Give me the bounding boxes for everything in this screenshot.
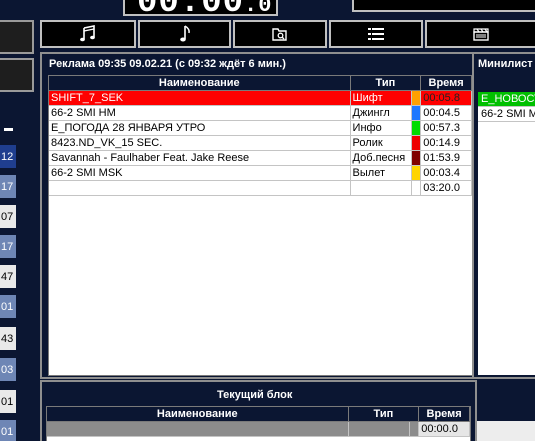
side-number[interactable]: 17 (0, 235, 16, 259)
toolbar-button-clapper[interactable] (425, 20, 535, 48)
list-icon (368, 28, 384, 40)
row-time: 00:57.3 (421, 121, 472, 135)
row-time: 00:14.9 (421, 136, 472, 150)
header-type[interactable]: Тип (350, 76, 422, 91)
clapperboard-icon (473, 28, 489, 41)
header-name[interactable]: Наименование (47, 407, 349, 422)
row-time: 00:04.5 (421, 106, 472, 120)
folder-search-icon (272, 28, 287, 41)
header-time[interactable]: Время (419, 407, 470, 422)
row-type: Инфо (351, 121, 413, 135)
top-right-display (352, 0, 535, 12)
table-row[interactable]: Е_ПОГОДА 28 ЯНВАРЯ УТРО Инфо 00:57.3 (49, 121, 472, 136)
row-time: 00:00.0 (419, 422, 470, 436)
side-number[interactable]: 17 (0, 175, 16, 199)
side-number[interactable]: 01 (0, 390, 16, 414)
row-color-marker (412, 151, 422, 165)
left-button-2[interactable] (0, 58, 34, 92)
row-type (351, 181, 413, 195)
row-color-marker (412, 181, 422, 195)
minilist-row-name: 66-2 SMI M (481, 108, 535, 120)
header-name[interactable]: Наименование (49, 76, 351, 91)
current-block-table: Наименование Тип Время 00:00.0 (46, 406, 471, 441)
side-number[interactable]: 03 (0, 358, 16, 382)
row-type: Шифт (351, 91, 413, 105)
row-name: 66-2 SMI HM (49, 106, 351, 120)
playlist-panel: Реклама 09:35 09.02.21 (с 09:32 ждёт 6 м… (40, 52, 477, 379)
row-name: Е_ПОГОДА 28 ЯНВАРЯ УТРО (49, 121, 351, 135)
table-row[interactable]: 00:00.0 (47, 422, 470, 437)
toolbar-button-music[interactable] (40, 20, 136, 48)
clock-display: 00:00.0 (123, 0, 278, 22)
side-number[interactable]: 43 (0, 327, 16, 351)
playlist-title: Реклама 09:35 09.02.21 (с 09:32 ждёт 6 м… (49, 58, 286, 70)
row-name (49, 181, 351, 195)
side-number[interactable]: 12 (0, 145, 16, 169)
row-color-marker (412, 166, 422, 180)
side-number[interactable]: 47 (0, 265, 16, 289)
row-color-marker (412, 106, 422, 120)
row-name (47, 422, 349, 436)
minilist-row[interactable]: 66-2 SMI M (478, 107, 535, 122)
row-type (349, 422, 411, 436)
row-color-marker (410, 422, 420, 436)
toolbar-button-folder[interactable] (233, 20, 327, 48)
clock-fraction: .0 (244, 0, 273, 18)
row-time: 03:20.0 (421, 181, 472, 195)
app-window: 00:00.0 12 17 07 17 47 01 43 03 01 01 Ре… (0, 0, 535, 441)
table-row[interactable]: 66-2 SMI MSK Вылет 00:03.4 (49, 166, 472, 181)
row-type: Вылет (351, 166, 413, 180)
current-block-title: Текущий блок (217, 389, 293, 401)
row-name: 66-2 SMI MSK (49, 166, 351, 180)
minilist-panel: Минилист Е_НОВОСТ 66-2 SMI M (472, 52, 535, 379)
side-number[interactable]: 01 (0, 295, 16, 319)
table-header: Наименование Тип Время (49, 76, 472, 91)
table-row[interactable]: 8423.ND_VK_15 SEC. Ролик 00:14.9 (49, 136, 472, 151)
table-header: Наименование Тип Время (47, 407, 470, 422)
minilist-table: Е_НОВОСТ 66-2 SMI M (478, 92, 535, 375)
side-number[interactable]: 07 (0, 205, 16, 229)
left-button-1[interactable] (0, 20, 34, 54)
minilist-row-name: Е_НОВОСТ (481, 93, 535, 105)
header-type[interactable]: Тип (348, 407, 420, 422)
row-color-marker (412, 121, 422, 135)
table-row[interactable]: 03:20.0 (49, 181, 472, 196)
clock-main: 00:00 (137, 0, 245, 22)
table-row[interactable]: SHIFT_7_SEK Шифт 00:05.8 (49, 91, 472, 106)
music-notes-icon (80, 25, 95, 42)
toolbar-button-list[interactable] (329, 20, 423, 48)
row-name: Savannah - Faulhaber Feat. Jake Reese (49, 151, 351, 165)
minilist-row[interactable]: Е_НОВОСТ (478, 92, 535, 107)
row-type: Джингл (351, 106, 413, 120)
side-number[interactable]: 01 (0, 420, 16, 441)
music-note-icon (179, 25, 190, 42)
table-row[interactable]: Savannah - Faulhaber Feat. Jake Reese Доб… (49, 151, 472, 166)
row-color-marker (412, 136, 422, 150)
table-row[interactable]: 66-2 SMI HM Джингл 00:04.5 (49, 106, 472, 121)
row-time: 01:53.9 (421, 151, 472, 165)
minilist-title: Минилист (478, 58, 533, 70)
row-time: 00:05.8 (421, 91, 472, 105)
side-menu-icon[interactable] (0, 115, 16, 143)
header-time[interactable]: Время (421, 76, 472, 91)
row-type: Доб.песня (351, 151, 413, 165)
row-color-marker (412, 91, 422, 105)
row-time: 00:03.4 (421, 166, 472, 180)
row-name: 8423.ND_VK_15 SEC. (49, 136, 351, 150)
toolbar-button-note[interactable] (138, 20, 231, 48)
row-name: SHIFT_7_SEK (49, 91, 351, 105)
row-type: Ролик (351, 136, 413, 150)
playlist-table: Наименование Тип Время SHIFT_7_SEK Шифт 00… (48, 75, 473, 376)
right-bottom-panel (477, 406, 535, 441)
